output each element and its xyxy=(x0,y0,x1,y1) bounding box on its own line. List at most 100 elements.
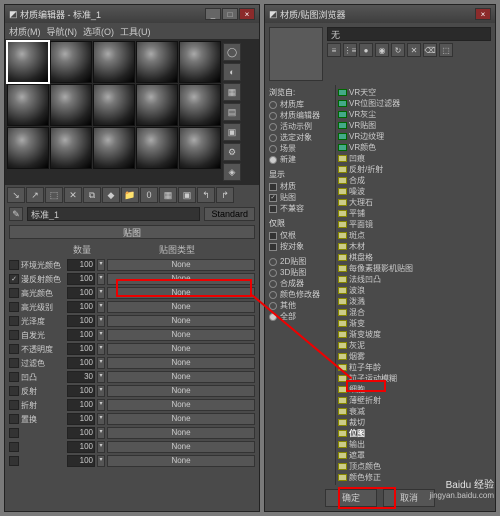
map-enable-checkbox[interactable] xyxy=(9,428,19,438)
map-enable-checkbox[interactable] xyxy=(9,456,19,466)
show-map-icon[interactable]: ▦ xyxy=(159,187,177,203)
tree-item[interactable]: 平面镜 xyxy=(338,219,493,230)
sample-slot[interactable] xyxy=(7,41,49,83)
background-icon[interactable]: ▦ xyxy=(223,83,241,101)
map-enable-checkbox[interactable] xyxy=(9,330,19,340)
update-icon[interactable]: ↻ xyxy=(391,43,405,57)
map-amount-spinner[interactable]: ▾ xyxy=(97,357,105,369)
tree-item[interactable]: 裁切 xyxy=(338,417,493,428)
map-amount-field[interactable]: 100 xyxy=(67,357,95,369)
map-slot-button[interactable]: None xyxy=(107,399,255,411)
map-enable-checkbox[interactable] xyxy=(9,358,19,368)
tree-item[interactable]: 渐变 xyxy=(338,318,493,329)
tree-item[interactable]: 位图 xyxy=(338,428,493,439)
tree-item[interactable]: 法线凹凸 xyxy=(338,274,493,285)
tree-item[interactable]: VR边纹理 xyxy=(338,131,493,142)
maximize-button[interactable]: □ xyxy=(222,8,238,20)
map-enable-checkbox[interactable] xyxy=(9,442,19,452)
tree-item[interactable]: 泼溅 xyxy=(338,296,493,307)
tree-item[interactable]: 木材 xyxy=(338,241,493,252)
tree-item[interactable]: 大理石 xyxy=(338,197,493,208)
tree-item[interactable]: VR灰尘 xyxy=(338,109,493,120)
category-radio[interactable]: 2D贴图 xyxy=(269,256,331,267)
map-slot-button[interactable]: None xyxy=(107,413,255,425)
category-radio[interactable]: 其他 xyxy=(269,300,331,311)
sample-slot[interactable] xyxy=(179,41,221,83)
map-slot-button[interactable]: None xyxy=(107,441,255,453)
map-amount-spinner[interactable]: ▾ xyxy=(97,301,105,313)
put-library-icon[interactable]: 📁 xyxy=(121,187,139,203)
map-slot-button[interactable]: None xyxy=(107,385,255,397)
put-material-icon[interactable]: ↗ xyxy=(26,187,44,203)
map-slot-button[interactable]: None xyxy=(107,455,255,467)
maps-rollout-header[interactable]: 贴图 xyxy=(9,225,255,239)
map-amount-spinner[interactable]: ▾ xyxy=(97,385,105,397)
sample-slot[interactable] xyxy=(136,127,178,169)
tree-item[interactable]: 噪波 xyxy=(338,186,493,197)
map-amount-spinner[interactable]: ▾ xyxy=(97,399,105,411)
map-amount-spinner[interactable]: ▾ xyxy=(97,273,105,285)
cancel-button[interactable]: 取消 xyxy=(383,489,435,507)
menu-navigation[interactable]: 导航(N) xyxy=(47,25,78,38)
large-icons-icon[interactable]: ◉ xyxy=(375,43,389,57)
options-icon[interactable]: ⚙ xyxy=(223,143,241,161)
map-enable-checkbox[interactable] xyxy=(9,260,19,270)
pick-material-icon[interactable]: ✎ xyxy=(9,207,23,221)
map-amount-field[interactable]: 100 xyxy=(67,315,95,327)
reset-map-icon[interactable]: ✕ xyxy=(64,187,82,203)
map-enable-checkbox[interactable] xyxy=(9,288,19,298)
delete-icon[interactable]: ✕ xyxy=(407,43,421,57)
map-amount-spinner[interactable]: ▾ xyxy=(97,441,105,453)
assign-to-selection-icon[interactable]: ⬚ xyxy=(45,187,63,203)
map-slot-button[interactable]: None xyxy=(107,343,255,355)
map-amount-field[interactable]: 100 xyxy=(67,399,95,411)
sample-slot[interactable] xyxy=(136,41,178,83)
map-slot-button[interactable]: None xyxy=(107,273,255,285)
menu-options[interactable]: 选项(O) xyxy=(83,25,114,38)
map-slot-button[interactable]: None xyxy=(107,301,255,313)
map-amount-field[interactable]: 100 xyxy=(67,455,95,467)
small-icons-icon[interactable]: ● xyxy=(359,43,373,57)
sample-slot[interactable] xyxy=(50,127,92,169)
tree-item[interactable]: 合成 xyxy=(338,175,493,186)
map-enable-checkbox[interactable] xyxy=(9,372,19,382)
tree-item[interactable]: 棋盘格 xyxy=(338,252,493,263)
material-id-icon[interactable]: 0 xyxy=(140,187,158,203)
go-parent-icon[interactable]: ↰ xyxy=(197,187,215,203)
only-checkbox[interactable]: 按对象 xyxy=(269,241,331,252)
sample-slot[interactable] xyxy=(50,84,92,126)
show-checkbox[interactable]: ✓贴图 xyxy=(269,192,331,203)
tree-item[interactable]: 每像素摄影机贴图 xyxy=(338,263,493,274)
sample-slot[interactable] xyxy=(179,84,221,126)
tree-item[interactable]: 混合 xyxy=(338,307,493,318)
make-unique-icon[interactable]: ◆ xyxy=(102,187,120,203)
map-amount-spinner[interactable]: ▾ xyxy=(97,315,105,327)
tree-item[interactable]: 平铺 xyxy=(338,208,493,219)
category-radio[interactable]: 合成器 xyxy=(269,278,331,289)
tree-item[interactable]: 粒子运动模糊 xyxy=(338,373,493,384)
make-copy-icon[interactable]: ⧉ xyxy=(83,187,101,203)
browse-from-radio[interactable]: 材质编辑器 xyxy=(269,110,331,121)
browse-from-radio[interactable]: 场景 xyxy=(269,143,331,154)
map-amount-field[interactable]: 100 xyxy=(67,441,95,453)
tree-item[interactable]: 顶点颜色 xyxy=(338,461,493,472)
tree-item[interactable]: 遮罩 xyxy=(338,450,493,461)
tree-item[interactable]: 波浪 xyxy=(338,285,493,296)
map-amount-spinner[interactable]: ▾ xyxy=(97,287,105,299)
map-enable-checkbox[interactable] xyxy=(9,386,19,396)
map-amount-spinner[interactable]: ▾ xyxy=(97,455,105,467)
get-material-icon[interactable]: ↘ xyxy=(7,187,25,203)
sample-slot[interactable] xyxy=(93,84,135,126)
only-checkbox[interactable]: 仅根 xyxy=(269,230,331,241)
map-amount-field[interactable]: 30 xyxy=(67,371,95,383)
map-amount-field[interactable]: 100 xyxy=(67,343,95,355)
category-radio[interactable]: 颜色修改器 xyxy=(269,289,331,300)
tree-item[interactable]: 渐变坡度 xyxy=(338,329,493,340)
map-amount-spinner[interactable]: ▾ xyxy=(97,427,105,439)
tree-item[interactable]: VR天空 xyxy=(338,87,493,98)
map-enable-checkbox[interactable] xyxy=(9,316,19,326)
map-slot-button[interactable]: None xyxy=(107,427,255,439)
sample-slot[interactable] xyxy=(7,127,49,169)
tree-item[interactable]: 斑点 xyxy=(338,230,493,241)
ok-button[interactable]: 确定 xyxy=(325,489,377,507)
